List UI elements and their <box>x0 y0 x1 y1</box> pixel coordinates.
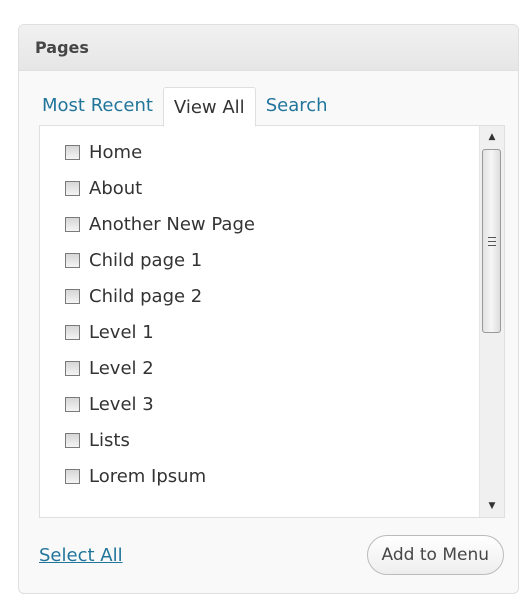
grip-lines-icon <box>487 236 496 246</box>
page-checkbox[interactable] <box>65 216 80 232</box>
list-item-about: About <box>65 170 255 206</box>
page-checkbox[interactable] <box>65 144 80 160</box>
page-checkbox[interactable] <box>65 324 80 340</box>
tab-most-recent[interactable]: Most Recent <box>39 86 163 126</box>
vertical-scrollbar[interactable]: ▲ ▼ <box>479 126 504 517</box>
list-item-home: Home <box>65 134 255 170</box>
panel-header[interactable]: Pages <box>19 25 518 71</box>
page-list: Home About Another New Page Child page 1… <box>65 134 255 494</box>
list-item-level-2: Level 2 <box>65 350 255 386</box>
page-label[interactable]: Child page 2 <box>89 286 202 307</box>
list-item-lists: Lists <box>65 422 255 458</box>
pages-panel: Pages Most Recent View All Search Home A… <box>18 24 519 594</box>
page-checkbox[interactable] <box>65 360 80 376</box>
page-checkbox[interactable] <box>65 396 80 412</box>
page-checkbox[interactable] <box>65 252 80 268</box>
list-item-another-new-page: Another New Page <box>65 206 255 242</box>
page-label[interactable]: Home <box>89 142 142 163</box>
list-item-child-page-1: Child page 1 <box>65 242 255 278</box>
scroll-up-icon[interactable]: ▲ <box>480 126 504 148</box>
pages-checklist[interactable]: Home About Another New Page Child page 1… <box>39 125 505 518</box>
page-label[interactable]: Another New Page <box>89 214 255 235</box>
page-checkbox[interactable] <box>65 468 80 484</box>
page-checkbox[interactable] <box>65 432 80 448</box>
page-label[interactable]: Lists <box>89 430 130 451</box>
list-item-child-page-2: Child page 2 <box>65 278 255 314</box>
scroll-down-icon[interactable]: ▼ <box>480 495 504 517</box>
panel-title: Pages <box>35 38 89 57</box>
page-checkbox[interactable] <box>65 288 80 304</box>
select-all-link[interactable]: Select All <box>39 545 123 566</box>
page-label[interactable]: Level 2 <box>89 358 154 379</box>
page-label[interactable]: Level 3 <box>89 394 154 415</box>
page-label[interactable]: Child page 1 <box>89 250 202 271</box>
list-item-level-1: Level 1 <box>65 314 255 350</box>
tab-bar: Most Recent View All Search <box>39 86 338 127</box>
tab-search[interactable]: Search <box>256 86 338 126</box>
page-checkbox[interactable] <box>65 180 80 196</box>
list-item-level-3: Level 3 <box>65 386 255 422</box>
list-item-lorem-ipsum: Lorem Ipsum <box>65 458 255 494</box>
page-label[interactable]: Lorem Ipsum <box>89 466 206 487</box>
add-to-menu-button[interactable]: Add to Menu <box>366 535 504 575</box>
scroll-thumb[interactable] <box>482 149 501 333</box>
page-label[interactable]: About <box>89 178 142 199</box>
page-label[interactable]: Level 1 <box>89 322 154 343</box>
tab-view-all[interactable]: View All <box>162 87 256 127</box>
